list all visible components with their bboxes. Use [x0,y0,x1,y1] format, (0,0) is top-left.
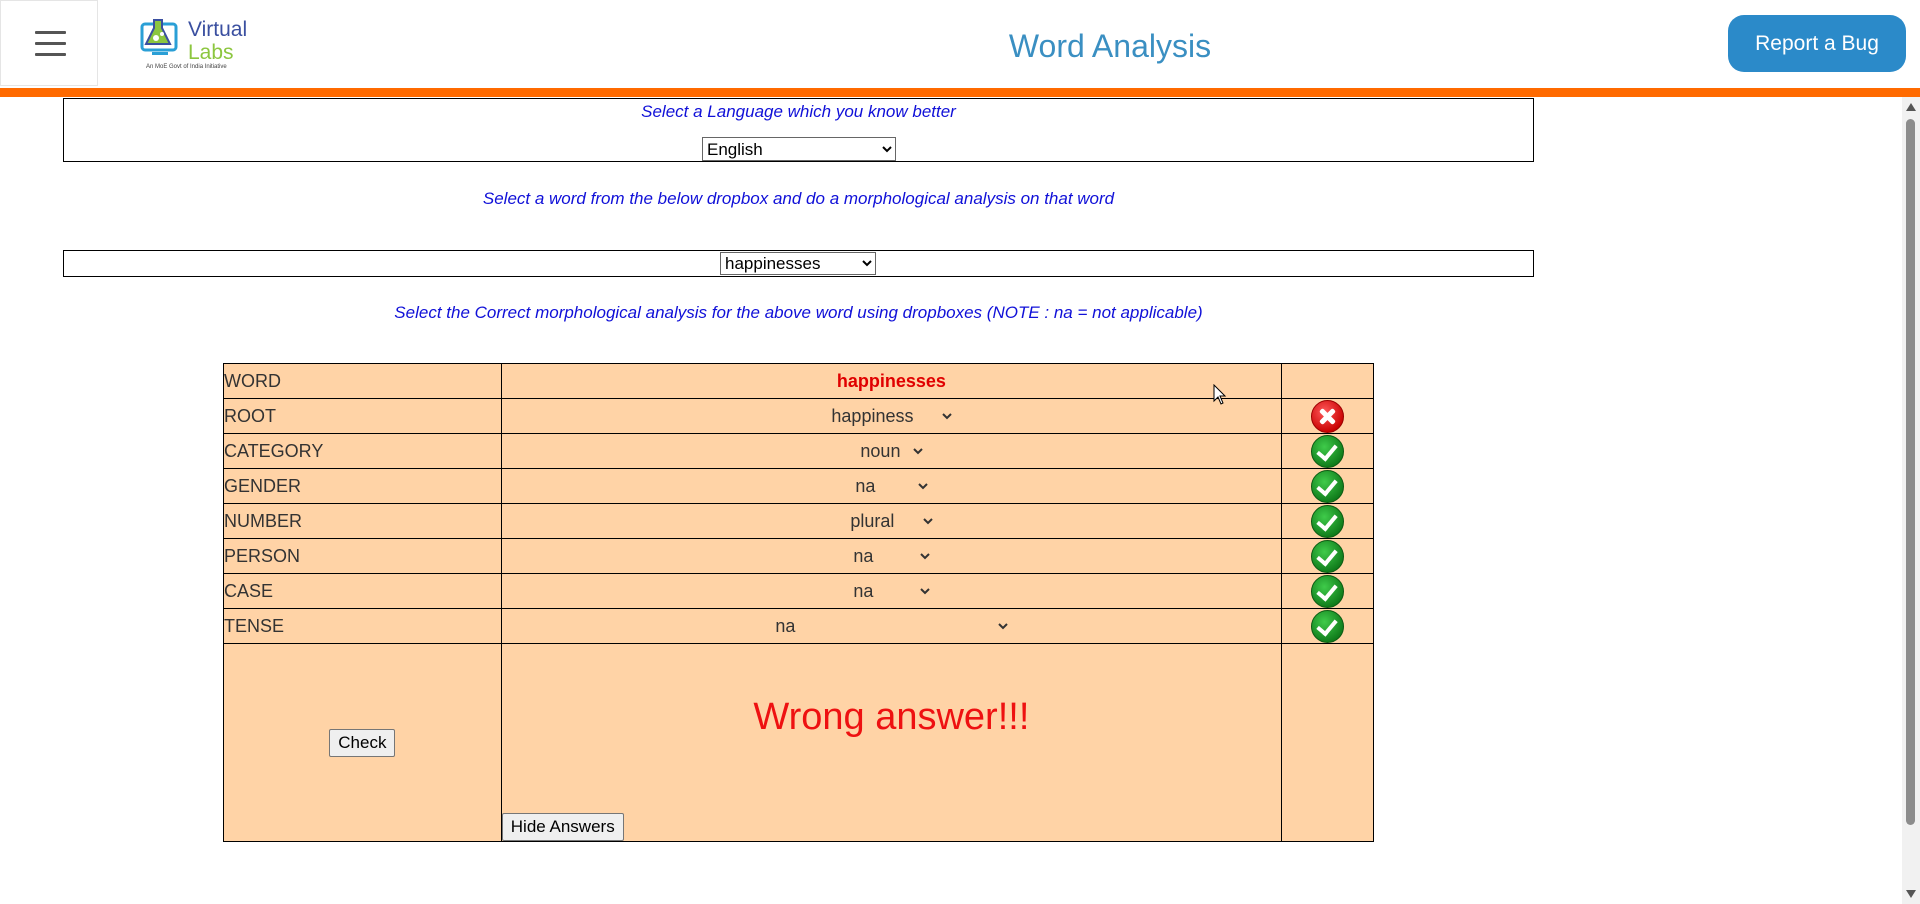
root-cell: happiness [500,398,1283,434]
table-row: GENDER na [223,468,1374,504]
check-circle-icon [1311,504,1345,538]
hide-answers-button[interactable]: Hide Answers [501,813,624,841]
table-row: TENSE na [223,608,1374,644]
table-row: ROOT happiness [223,398,1374,434]
table-row: CASE na [223,573,1374,609]
table-row: Check Wrong answer!!! Hide Answers [223,643,1374,842]
check-circle-icon [1311,434,1345,468]
word-value: happinesses [500,363,1283,399]
check-button[interactable]: Check [329,728,396,757]
result-message: Wrong answer!!! [753,696,1030,738]
category-label: CATEGORY [223,433,502,469]
check-circle-icon [1311,469,1345,503]
hamburger-icon [35,31,66,57]
language-section: Select a Language which you know better … [63,98,1534,162]
tense-status [1281,608,1374,644]
table-row: WORD happinesses [223,363,1374,399]
morphology-table: WORD happinesses ROOT happiness CATEGORY… [223,363,1374,842]
category-status [1281,433,1374,469]
tense-label: TENSE [223,608,502,644]
x-circle-icon [1311,399,1345,433]
check-circle-icon [1311,609,1345,643]
word-section: happinesses [63,250,1534,277]
page-title: Word Analysis [1008,28,1212,64]
table-row: PERSON na [223,538,1374,574]
number-select[interactable]: plural [846,510,937,532]
word-label: WORD [223,363,502,399]
logo-text-virtual: Virtual [188,18,248,41]
gender-label: GENDER [223,468,502,504]
category-select[interactable]: noun [856,440,927,462]
person-status [1281,538,1374,574]
check-circle-icon [1311,539,1345,573]
person-label: PERSON [223,538,502,574]
case-cell: na [500,573,1283,609]
result-cell: Wrong answer!!! Hide Answers [500,643,1283,842]
word-value-text: happinesses [836,370,946,391]
tense-cell: na [500,608,1283,644]
header: Virtual Labs An MoE Govt of India Initia… [0,0,1920,88]
case-select[interactable]: na [849,580,934,602]
scroll-down-icon[interactable] [1906,890,1916,898]
tense-select[interactable]: na [771,615,1012,637]
person-cell: na [500,538,1283,574]
table-row: NUMBER plural [223,503,1374,539]
empty-cell [1281,363,1374,399]
menu-button[interactable] [0,0,98,86]
gender-select[interactable]: na [851,475,932,497]
virtual-labs-logo[interactable]: Virtual Labs An MoE Govt of India Initia… [138,14,248,74]
flask-logo-icon [140,19,178,55]
check-circle-icon [1311,574,1345,608]
vertical-scrollbar[interactable] [1902,97,1920,904]
case-label: CASE [223,573,502,609]
analysis-instruction: Select the Correct morphological analysi… [394,303,1203,322]
number-label: NUMBER [223,503,502,539]
language-select[interactable]: English [702,137,896,161]
case-status [1281,573,1374,609]
root-select[interactable]: happiness [827,405,956,427]
mouse-cursor-icon [1213,384,1227,405]
table-row: CATEGORY noun [223,433,1374,469]
scroll-thumb[interactable] [1906,119,1915,825]
empty-cell [1281,643,1374,842]
scroll-up-icon[interactable] [1906,103,1916,111]
logo-text-labs: Labs [188,41,234,64]
root-label: ROOT [223,398,502,434]
number-status [1281,503,1374,539]
person-select[interactable]: na [849,545,934,567]
report-bug-button[interactable]: Report a Bug [1728,15,1906,72]
logo-tagline: An MoE Govt of India Initiative [146,64,227,70]
category-cell: noun [500,433,1283,469]
gender-status [1281,468,1374,504]
header-divider [0,88,1920,97]
word-select[interactable]: happinesses [720,252,876,275]
word-instruction: Select a word from the below dropbox and… [482,189,1115,208]
language-instruction: Select a Language which you know better [641,102,956,121]
check-cell: Check [223,643,502,842]
gender-cell: na [500,468,1283,504]
root-status [1281,398,1374,434]
number-cell: plural [500,503,1283,539]
